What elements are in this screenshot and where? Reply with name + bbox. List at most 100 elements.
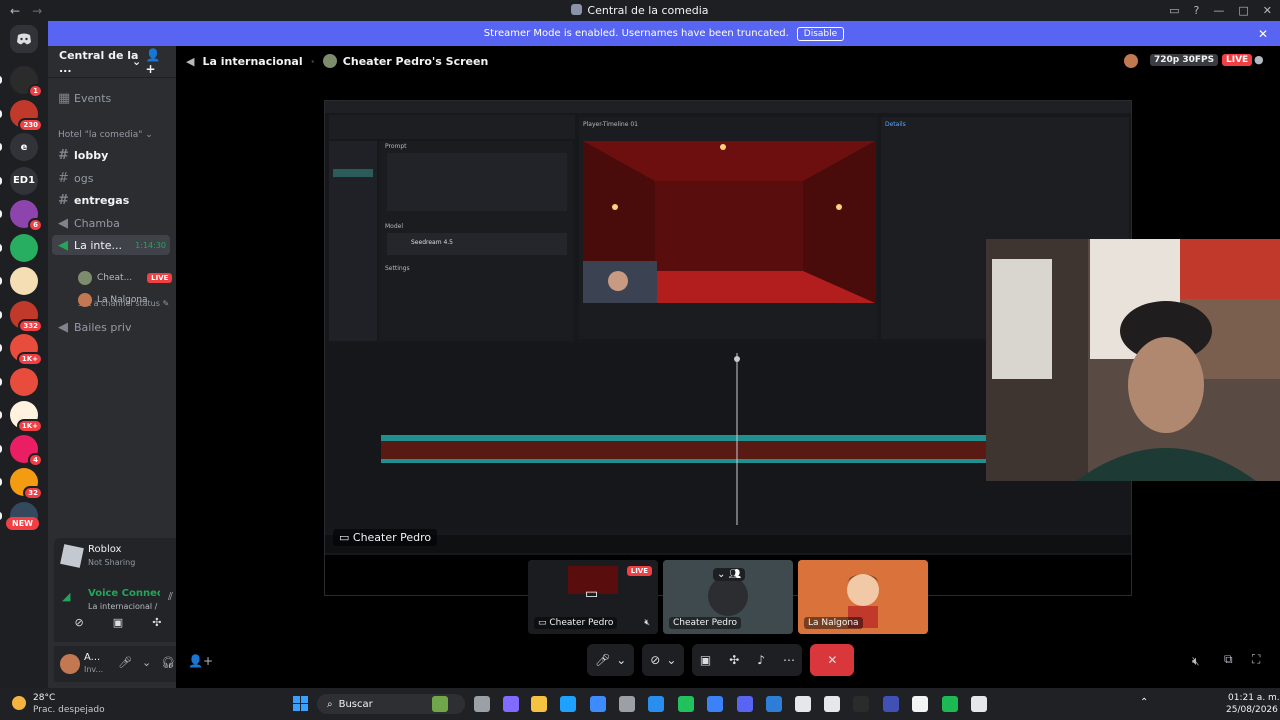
channel-ogs[interactable]: # ogs	[52, 168, 170, 188]
server-icon[interactable]: 332	[0, 300, 43, 333]
chrome-icon[interactable]	[971, 696, 987, 712]
server-icon[interactable]	[0, 367, 38, 396]
activities-icon[interactable]: ✣	[729, 653, 739, 667]
server-icon[interactable]	[0, 267, 38, 295]
channel-chamba[interactable]: ◀ Chamba	[52, 213, 170, 233]
obs-icon[interactable]	[853, 696, 869, 712]
clock-date: 25/08/2026	[1226, 705, 1278, 715]
store-icon[interactable]	[590, 696, 606, 712]
vscode-icon[interactable]	[648, 696, 664, 712]
camera-off-icon[interactable]: ⊘	[75, 616, 84, 636]
channel-lobby[interactable]: # lobby	[52, 145, 170, 165]
tray-chevron-icon[interactable]: ⌃	[1140, 697, 1148, 708]
server-icon[interactable]: 6	[0, 200, 43, 232]
discord-icon[interactable]	[737, 696, 753, 712]
close-icon[interactable]: ✕	[1258, 27, 1268, 41]
spotify-icon[interactable]	[942, 696, 958, 712]
close-icon[interactable]: ✕	[1263, 4, 1272, 17]
maximize-icon[interactable]: □	[1238, 4, 1248, 17]
chat-icon[interactable]: ●	[1254, 53, 1264, 66]
server-icon[interactable]: 1K+	[0, 401, 43, 433]
fullscreen-icon[interactable]: ⛶	[1252, 652, 1260, 667]
channel-label: Bailes priv	[74, 320, 132, 334]
add-member-icon[interactable]: 👤+	[145, 48, 168, 76]
server-icon[interactable]: 32	[0, 468, 43, 500]
noise-suppression-icon[interactable]: ⫽	[168, 590, 173, 604]
microphone-control[interactable]: 🎤︎ ⌄	[587, 644, 635, 676]
mail-icon[interactable]	[707, 696, 723, 712]
widgets-icon[interactable]	[432, 696, 448, 712]
chevron-down-icon: ⌄	[132, 55, 142, 68]
server-icon[interactable]: e	[0, 133, 38, 161]
back-arrow-icon[interactable]: ←	[10, 4, 20, 18]
speaker-icon: ◀	[186, 54, 195, 68]
discord-home-icon[interactable]	[10, 25, 38, 53]
more-icon[interactable]: ⋯	[783, 653, 795, 667]
channel-voice-active[interactable]: ◀ La inte... 1:14:30	[52, 235, 170, 255]
add-people-icon[interactable]: 👤+	[188, 654, 213, 668]
microphone-icon[interactable]: 🎤︎	[118, 656, 132, 669]
category-header[interactable]: Hotel "la comedia" ⌄	[58, 130, 153, 140]
camera-control[interactable]: ⊘ ⌄	[642, 644, 685, 676]
tile-cheater-pedro[interactable]: ⌄ 👥︎ Cheater Pedro	[663, 560, 793, 634]
volume-mute-icon[interactable]: 🔇︎	[1192, 654, 1200, 669]
forward-arrow-icon[interactable]: →	[32, 4, 42, 18]
server-icon[interactable]: 1	[0, 66, 43, 98]
disable-button[interactable]: Disable	[796, 26, 845, 41]
channel-entregas[interactable]: # entregas	[52, 190, 170, 210]
windows-start-icon[interactable]	[293, 696, 308, 711]
copilot-icon[interactable]	[503, 696, 519, 712]
voice-user-cheater[interactable]: Cheat... LIVE	[78, 269, 173, 287]
disconnect-button[interactable]: ✕	[810, 644, 855, 676]
server-icon[interactable]: 1K+	[0, 334, 43, 366]
help-icon[interactable]: ?	[1194, 4, 1200, 17]
soundboard-icon[interactable]: ♪	[757, 653, 765, 667]
inbox-icon[interactable]: ▭	[1169, 4, 1179, 17]
notepad-icon[interactable]	[824, 696, 840, 712]
tile-stream-preview[interactable]: LIVE ▭ ▭ Cheater Pedro 🔇︎	[528, 560, 658, 634]
taskbar-app-icon[interactable]	[883, 696, 899, 712]
mention-badge: 6	[28, 218, 43, 232]
server-icon[interactable]: 230	[0, 99, 43, 132]
photos-icon[interactable]	[795, 696, 811, 712]
server-icon[interactable]: 4	[0, 434, 43, 467]
popout-window-icon[interactable]: ⧉	[1224, 652, 1233, 667]
channel-label: Chamba	[74, 216, 120, 230]
screen-share-icon[interactable]: ▣	[700, 653, 711, 667]
headphones-icon[interactable]: 🎧︎	[161, 656, 175, 669]
server-icon[interactable]: ED1	[0, 166, 38, 195]
app-icon[interactable]	[766, 696, 782, 712]
guild-header[interactable]: Central de la ... ⌄ 👤+	[48, 46, 176, 78]
file-explorer-icon[interactable]	[474, 696, 490, 712]
server-icon[interactable]	[0, 233, 38, 262]
channel-bailes[interactable]: ◀ Bailes priv	[52, 317, 170, 337]
unread-pill	[0, 176, 2, 185]
voice-status: Voice Connected	[88, 588, 160, 599]
voice-channel[interactable]: La internacional / ...	[88, 602, 160, 611]
activities-icon[interactable]: ✣	[152, 616, 161, 636]
xbox-icon[interactable]	[678, 696, 694, 712]
screen-share-icon[interactable]: ▣	[113, 616, 123, 636]
unread-pill	[0, 143, 2, 151]
popout-icon[interactable]: ⌄ 👥︎	[713, 568, 746, 581]
avatar	[322, 54, 337, 68]
folder-icon[interactable]	[531, 696, 547, 712]
live-badge: LIVE	[147, 273, 173, 283]
capcut-icon[interactable]	[912, 696, 928, 712]
windows-taskbar: 28°C Prac. despejado ⌕ Buscar ⌃ 01:21 a. …	[0, 688, 1280, 720]
user-status: Inv...	[84, 665, 104, 674]
avatar[interactable]	[60, 654, 80, 674]
tile-la-nalgona[interactable]: La Nalgona	[798, 560, 928, 634]
tile-label: ▭ Cheater Pedro	[534, 617, 618, 629]
voice-timer: 1:14:30	[135, 240, 166, 250]
voice-user-nalgona[interactable]: La Nalgona	[78, 291, 148, 309]
mention-badge: 332	[18, 318, 43, 333]
edge-icon[interactable]	[560, 696, 576, 712]
activity-status: Not Sharing	[88, 558, 136, 567]
minimize-icon[interactable]: —	[1213, 4, 1224, 17]
chevron-down-icon[interactable]: ⌄	[142, 656, 151, 669]
weather-desc: Prac. despejado	[33, 705, 105, 715]
camera-off-icon: ⊘	[650, 653, 661, 667]
settings-icon[interactable]	[619, 696, 635, 712]
channel-events[interactable]: ▦ Events	[52, 88, 170, 108]
